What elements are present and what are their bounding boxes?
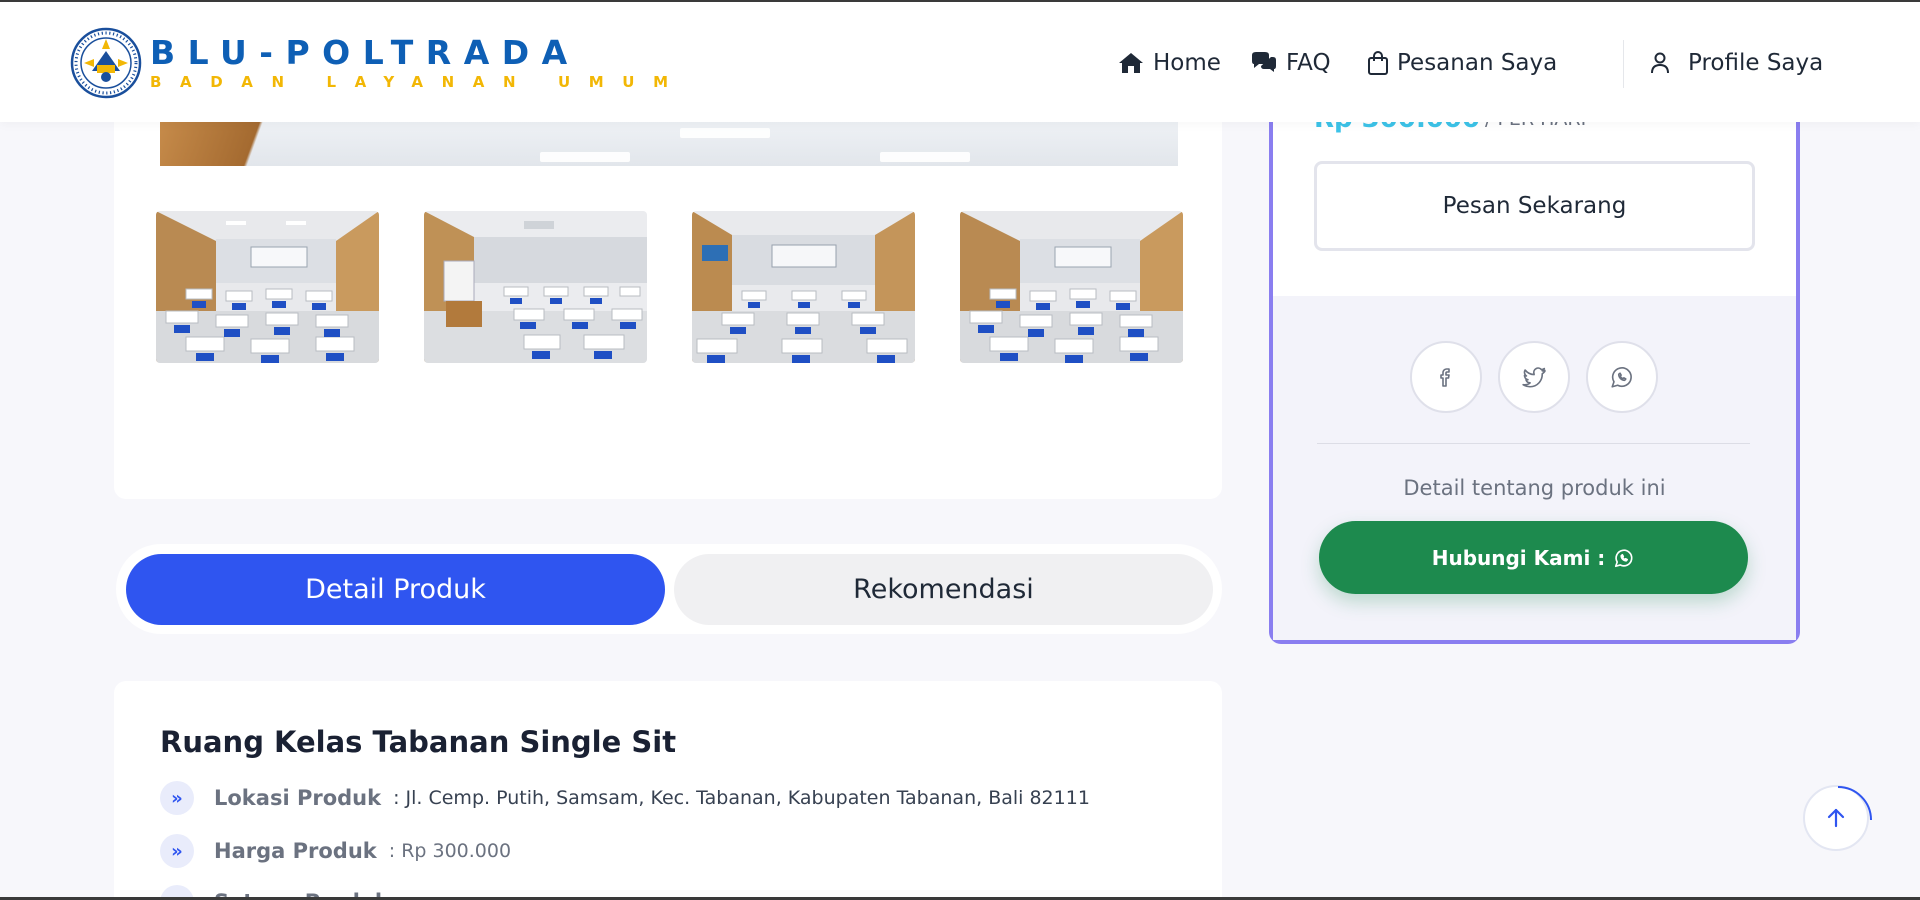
facebook-icon: [1440, 368, 1450, 387]
twitter-icon: [1522, 367, 1546, 388]
nav-profile-label: Profile Saya: [1688, 50, 1824, 76]
scroll-to-top-button[interactable]: [1803, 785, 1872, 851]
product-detail-caption: Detail tentang produk ini: [1403, 476, 1666, 500]
whatsapp-share-button[interactable]: [1586, 341, 1658, 413]
product-title: Ruang Kelas Tabanan Single Sit: [160, 725, 677, 759]
site-header: BLU-POLTRADA BADAN LAYANAN UMUM Home FAQ…: [0, 2, 1920, 122]
scroll-progress-arc: [1837, 786, 1872, 821]
hubungi-kami-button[interactable]: Hubungi Kami :: [1319, 521, 1748, 594]
home-icon: [1119, 53, 1143, 73]
whatsapp-icon: [1611, 367, 1632, 388]
detail-value: : Jl. Cemp. Putih, Samsam, Kec. Tabanan,…: [393, 787, 1090, 809]
tab-detail-produk[interactable]: Detail Produk: [126, 554, 665, 625]
pesan-sekarang-button[interactable]: Pesan Sekarang: [1314, 161, 1755, 251]
nav-pesanan-label: Pesanan Saya: [1397, 50, 1558, 76]
nav-home-label: Home: [1153, 50, 1221, 76]
detail-value: : Rp 300.000: [388, 840, 512, 862]
nav-faq[interactable]: FAQ: [1250, 50, 1331, 76]
tab-rekomendasi[interactable]: Rekomendasi: [674, 554, 1213, 625]
logo-subtitle: BADAN LAYANAN UMUM: [150, 73, 687, 91]
shopping-bag-icon: [1368, 51, 1388, 75]
site-logo[interactable]: BLU-POLTRADA BADAN LAYANAN UMUM: [70, 27, 687, 99]
nav-divider: [1623, 40, 1624, 88]
gallery-thumbnail-1[interactable]: [156, 211, 379, 363]
nav-profile-saya[interactable]: Profile Saya: [1650, 50, 1823, 76]
facebook-share-button[interactable]: [1410, 341, 1482, 413]
poltrada-emblem-icon: [70, 27, 142, 99]
logo-title: BLU-POLTRADA: [150, 33, 580, 72]
whatsapp-icon: [1615, 548, 1633, 567]
detail-row-location: » Lokasi Produk : Jl. Cemp. Putih, Samsa…: [160, 781, 1090, 815]
product-tabs: Detail Produk Rekomendasi: [116, 544, 1222, 634]
gallery-thumbnail-3[interactable]: [692, 211, 915, 363]
gallery-thumbnail-4[interactable]: [960, 211, 1183, 363]
sidebar-divider: [1317, 443, 1750, 444]
nav-faq-label: FAQ: [1286, 50, 1331, 76]
chat-icon: [1252, 52, 1276, 72]
main-product-photo[interactable]: [160, 122, 1178, 166]
double-chevron-right-icon: »: [160, 781, 194, 815]
twitter-share-button[interactable]: [1498, 341, 1570, 413]
double-chevron-right-icon: »: [160, 834, 194, 868]
gallery-thumbnail-2[interactable]: [424, 211, 647, 363]
nav-home[interactable]: Home: [1117, 50, 1221, 76]
detail-label: Harga Produk: [214, 839, 377, 863]
detail-row-price: » Harga Produk : Rp 300.000: [160, 834, 511, 868]
detail-label: Lokasi Produk: [214, 786, 382, 810]
nav-pesanan-saya[interactable]: Pesanan Saya: [1367, 50, 1557, 76]
user-icon: [1651, 52, 1669, 74]
hubungi-kami-label: Hubungi Kami :: [1431, 545, 1606, 570]
window-top-border: [0, 0, 1920, 2]
